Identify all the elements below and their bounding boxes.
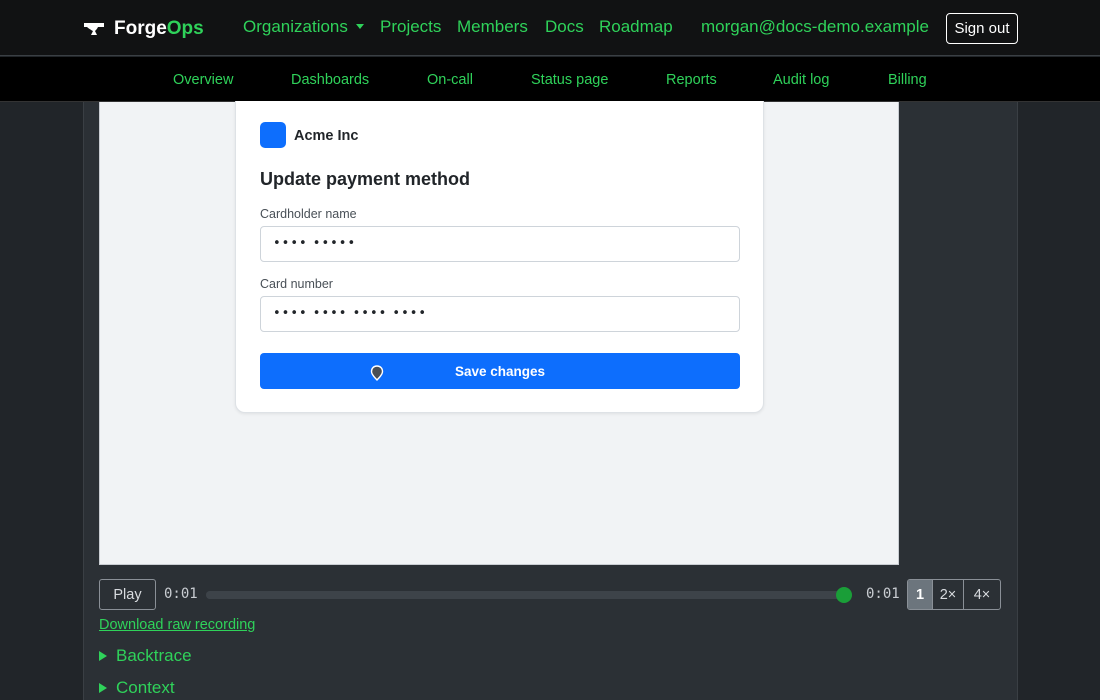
brand-logo-link[interactable]: Forge Ops	[84, 15, 204, 43]
subnav-overview[interactable]: Overview	[173, 72, 233, 88]
cursor-marker-icon	[370, 365, 384, 381]
playback-slider-thumb[interactable]	[836, 587, 852, 603]
replay-viewport: Acme Inc Update payment method Cardholde…	[99, 101, 899, 565]
brand-name-ops: Ops	[166, 18, 204, 39]
card-number-field: •••• •••• •••• ••••	[260, 296, 740, 332]
speed-1x-button[interactable]: 1	[908, 580, 932, 609]
org-logo	[260, 122, 286, 148]
user-email-link[interactable]: morgan@docs-demo.example	[701, 17, 929, 37]
caret-down-icon	[355, 24, 364, 29]
org-name: Acme Inc	[294, 128, 359, 144]
speed-2x-button[interactable]: 2×	[932, 580, 963, 609]
subnav-audit-log[interactable]: Audit log	[773, 72, 829, 88]
subnav-status-page[interactable]: Status page	[531, 72, 608, 88]
context-toggle[interactable]: Context	[99, 678, 175, 698]
total-time: 0:01	[866, 586, 900, 602]
nav-docs[interactable]: Docs	[545, 17, 584, 37]
nav-organizations-label: Organizations	[243, 17, 348, 36]
playback-slider[interactable]	[206, 591, 852, 599]
cardholder-name-label: Cardholder name	[260, 207, 357, 221]
subnav-dashboards[interactable]: Dashboards	[291, 72, 369, 88]
context-label: Context	[116, 678, 175, 697]
card-number-label: Card number	[260, 277, 333, 291]
nav-members[interactable]: Members	[457, 17, 528, 37]
subnav-billing[interactable]: Billing	[888, 72, 927, 88]
cardholder-name-field: •••• •••••	[260, 226, 740, 262]
subnav-on-call[interactable]: On-call	[427, 72, 473, 88]
nav-organizations-dropdown[interactable]: Organizations	[243, 17, 364, 37]
speed-4x-button[interactable]: 4×	[963, 580, 1000, 609]
backtrace-toggle[interactable]: Backtrace	[99, 646, 192, 666]
play-button[interactable]: Play	[99, 579, 156, 610]
playback-progress-fill	[206, 591, 852, 599]
current-time: 0:01	[164, 586, 198, 602]
replay-payment-card: Acme Inc Update payment method Cardholde…	[235, 101, 764, 413]
triangle-right-icon	[99, 683, 107, 693]
nav-projects[interactable]: Projects	[380, 17, 441, 37]
sign-out-button[interactable]: Sign out	[946, 13, 1018, 44]
backtrace-label: Backtrace	[116, 646, 192, 665]
card-title: Update payment method	[260, 169, 471, 189]
subnav-reports[interactable]: Reports	[666, 72, 717, 88]
save-changes-button: Save changes	[260, 353, 740, 389]
sub-navbar: Overview Dashboards On-call Status page …	[0, 57, 1100, 102]
anvil-icon	[84, 23, 104, 35]
top-navbar: Forge Ops Organizations Projects Members …	[0, 0, 1100, 56]
playback-speed-group: 1 2× 4×	[907, 579, 1001, 610]
nav-roadmap[interactable]: Roadmap	[599, 17, 673, 37]
download-raw-recording-link[interactable]: Download raw recording	[99, 617, 255, 633]
triangle-right-icon	[99, 651, 107, 661]
brand-name-forge: Forge	[114, 18, 167, 39]
